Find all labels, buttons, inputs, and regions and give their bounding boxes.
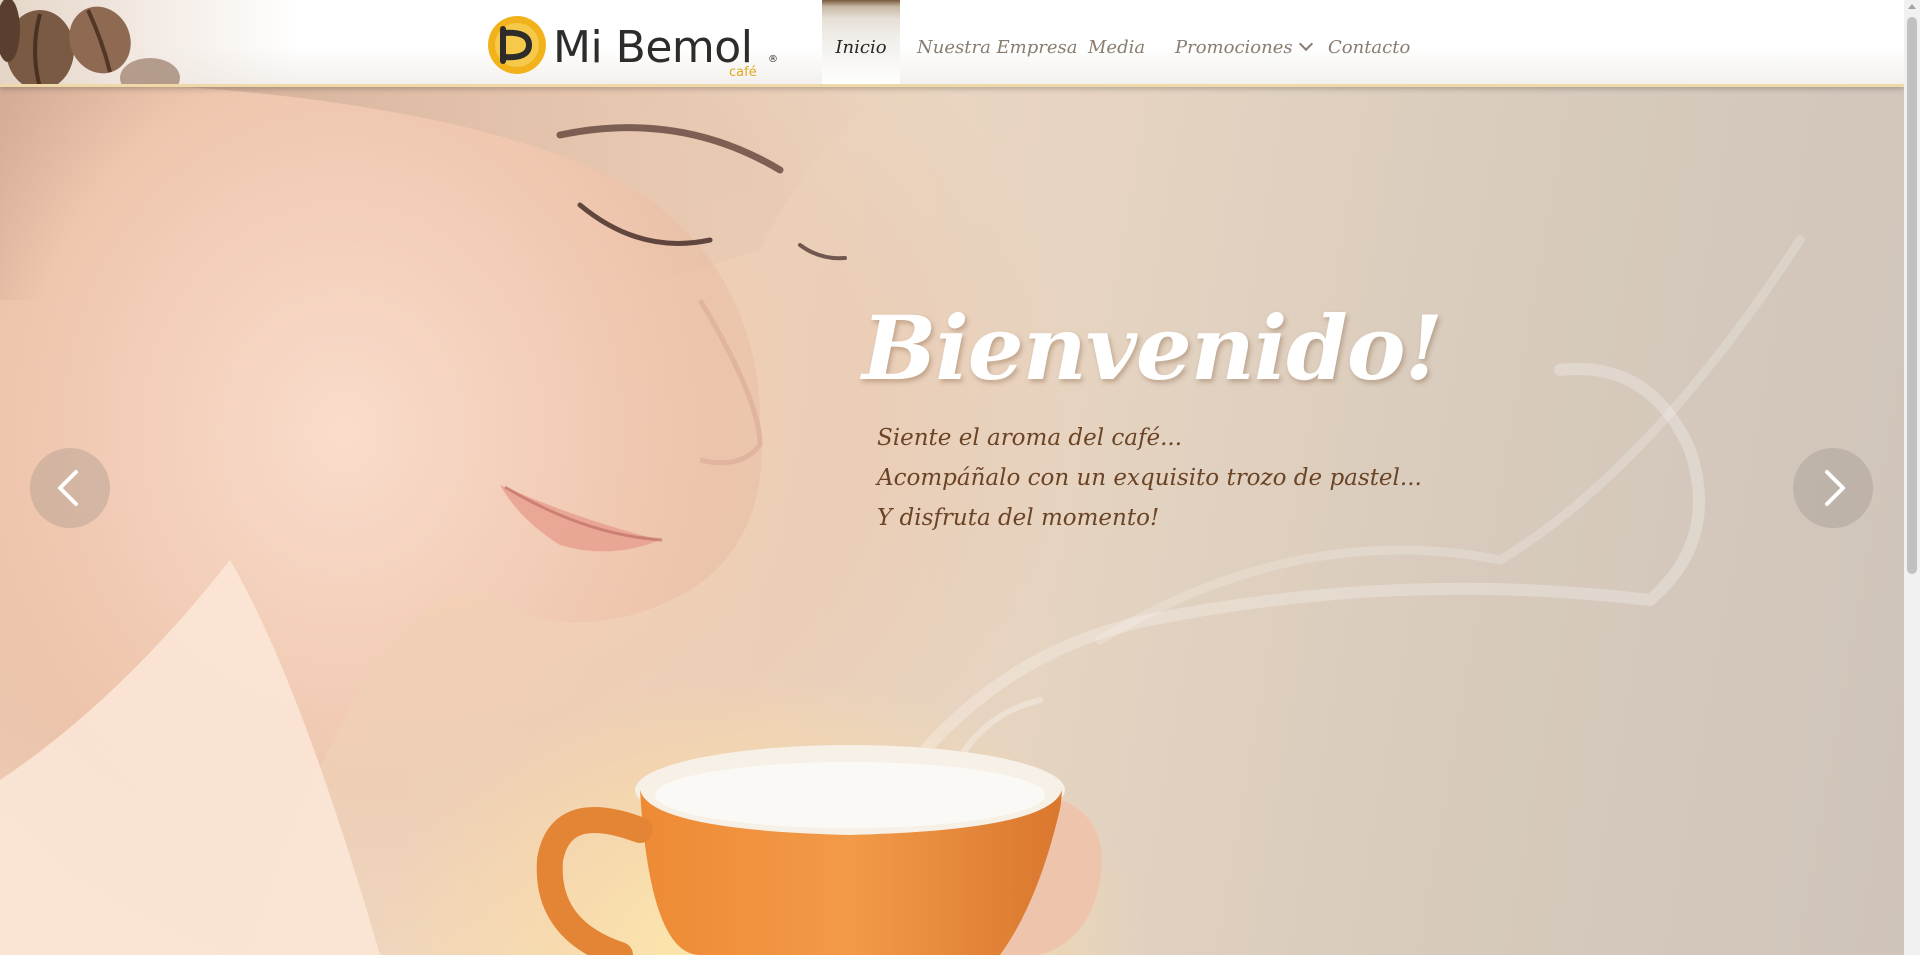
hero-line: Y disfruta del momento! — [877, 505, 1160, 531]
logo-registered-mark: ® — [768, 54, 778, 65]
scrollbar-thumb[interactable] — [1907, 17, 1917, 574]
site-header: Mi Bemol ® café Inicio Nuestra Empresa M… — [0, 0, 1904, 87]
nav-item-promociones[interactable]: Promociones — [1175, 0, 1313, 84]
brand-logo[interactable]: Mi Bemol ® café — [487, 14, 778, 80]
mi-bemol-logo-icon — [488, 16, 546, 74]
hero-text: Siente el aroma del café... Acompáñalo c… — [877, 418, 1422, 538]
page-scrollbar[interactable] — [1904, 0, 1920, 955]
nav-item-promociones-label: Promociones — [1175, 37, 1293, 58]
chevron-right-icon — [1825, 470, 1845, 506]
carousel-prev-button[interactable] — [30, 448, 110, 528]
nav-item-nuestra-empresa[interactable]: Nuestra Empresa — [917, 0, 1077, 84]
chevron-left-icon — [58, 470, 78, 506]
nav-item-media[interactable]: Media — [1088, 0, 1145, 84]
page: Mi Bemol ® café Inicio Nuestra Empresa M… — [0, 0, 1920, 955]
nav-item-contacto[interactable]: Contacto — [1328, 0, 1410, 84]
chevron-down-icon — [1298, 36, 1313, 52]
hero-title: Bienvenido! — [862, 296, 1443, 400]
carousel-next-button[interactable] — [1793, 448, 1873, 528]
logo-subtitle: café — [729, 65, 757, 80]
coffee-beans-icon — [0, 0, 180, 84]
coffee-beans-decoration — [0, 0, 300, 84]
nav-item-inicio[interactable]: Inicio — [822, 0, 900, 84]
logo-text: Mi Bemol — [553, 22, 753, 73]
hero-line: Acompáñalo con un exquisito trozo de pas… — [877, 465, 1422, 491]
scroll-up-arrow-icon[interactable] — [1908, 4, 1916, 9]
hero-line: Siente el aroma del café... — [877, 425, 1183, 451]
